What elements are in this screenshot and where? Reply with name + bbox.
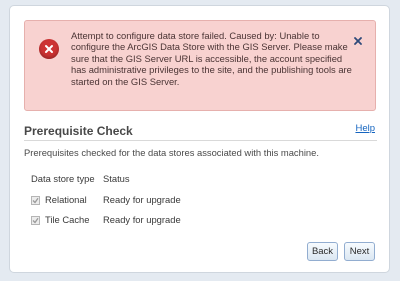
page-title: Prerequisite Check: [24, 124, 133, 138]
divider: [24, 140, 377, 141]
relational-checkbox[interactable]: [31, 196, 40, 205]
tile-cache-status: Ready for upgrade: [103, 214, 181, 225]
help-link[interactable]: Help: [355, 123, 375, 134]
relational-status: Ready for upgrade: [103, 194, 181, 205]
column-header-type: Data store type: [31, 173, 95, 184]
error-alert: Attempt to configure data store failed. …: [24, 20, 376, 111]
column-header-status: Status: [103, 173, 130, 184]
page-description: Prerequisites checked for the data store…: [24, 147, 319, 158]
next-button[interactable]: Next: [344, 242, 375, 261]
error-icon: [39, 39, 59, 59]
relational-label: Relational: [45, 194, 87, 205]
close-icon[interactable]: [352, 35, 364, 47]
error-message: Attempt to configure data store failed. …: [71, 30, 352, 87]
tile-cache-label: Tile Cache: [45, 214, 90, 225]
tile-cache-checkbox[interactable]: [31, 216, 40, 225]
back-button[interactable]: Back: [307, 242, 338, 261]
wizard-panel: Attempt to configure data store failed. …: [9, 5, 390, 273]
